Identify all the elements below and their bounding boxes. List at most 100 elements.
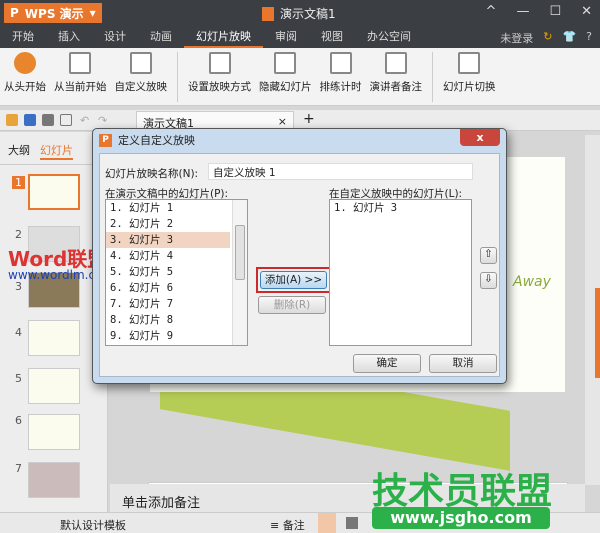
app-name: WPS 演示 [24, 6, 84, 21]
list-item[interactable]: 8. 幻灯片 8 [106, 312, 230, 328]
divider [432, 52, 433, 102]
dialog-close-button[interactable]: x [460, 129, 500, 146]
projector-icon [129, 52, 152, 74]
skin-icon[interactable]: 👕 [562, 30, 576, 46]
notes-label: 备注 [282, 519, 305, 532]
print-icon[interactable] [42, 114, 54, 126]
list-item[interactable]: 4. 幻灯片 4 [106, 248, 230, 264]
list-item[interactable]: 6. 幻灯片 6 [106, 280, 230, 296]
transition-icon [458, 52, 481, 74]
show-name-label: 幻灯片放映名称(N): [105, 168, 199, 180]
tab-slides[interactable]: 幻灯片 [40, 142, 73, 160]
show-name-input[interactable]: 自定义放映 1 [208, 163, 473, 180]
slide-thumbnail-7[interactable] [28, 462, 80, 498]
custom-show-dialog: P 定义自定义放映 x 幻灯片放映名称(N): 自定义放映 1 在演示文稿中的幻灯… [92, 128, 507, 384]
tab-design[interactable]: 设计 [92, 26, 138, 48]
document-title: 演示文稿1 [280, 7, 336, 21]
print-preview-icon[interactable] [60, 114, 72, 126]
button-label: 演讲者备注 [369, 81, 423, 93]
redo-icon[interactable]: ↷ [98, 114, 110, 127]
tab-review[interactable]: 审阅 [263, 26, 309, 48]
dialog-body: 幻灯片放映名称(N): 自定义放映 1 在演示文稿中的幻灯片(P): 1. 幻灯… [99, 153, 500, 377]
slide-thumbnail-1[interactable] [28, 174, 80, 210]
tab-slideshow[interactable]: 幻灯片放映 [184, 26, 263, 48]
divider [177, 52, 178, 102]
list-item-selected[interactable]: 3. 幻灯片 3 [106, 232, 230, 248]
tab-animation[interactable]: 动画 [138, 26, 184, 48]
slide-number: 6 [15, 414, 22, 427]
play-from-current-button[interactable]: 从当前开始 [50, 52, 111, 105]
scrollbar-thumb[interactable] [235, 225, 245, 280]
sync-icon[interactable]: ↻ [543, 30, 552, 46]
projector-play-icon [69, 52, 92, 74]
slide-thumbnail-6[interactable] [28, 414, 80, 450]
close-button[interactable]: ✕ [581, 4, 592, 19]
custom-show-button[interactable]: 自定义放映 [111, 52, 172, 105]
tab-insert[interactable]: 插入 [46, 26, 92, 48]
cancel-button[interactable]: 取消 [429, 354, 497, 373]
dialog-title-bar[interactable]: P 定义自定义放映 [93, 129, 506, 151]
document-icon [262, 6, 274, 21]
open-icon[interactable] [6, 114, 18, 126]
add-button[interactable]: 添加(A) >> [260, 271, 327, 289]
wps-logo-icon: P [99, 133, 112, 147]
clock-slide-icon [329, 52, 352, 74]
play-from-start-button[interactable]: 从头开始 [0, 52, 50, 105]
normal-view-icon[interactable] [318, 513, 336, 533]
remove-button[interactable]: 删除(R) [258, 296, 326, 314]
tab-start[interactable]: 开始 [0, 26, 46, 48]
window-title: 演示文稿1 [262, 5, 336, 22]
list-item[interactable]: 9. 幻灯片 9 [106, 328, 230, 344]
document-tab-label: 演示文稿1 [143, 117, 194, 130]
list-item[interactable]: 7. 幻灯片 7 [106, 296, 230, 312]
tab-office-space[interactable]: 办公空间 [355, 26, 423, 48]
ok-button[interactable]: 确定 [353, 354, 421, 373]
help-button[interactable]: ? [586, 30, 592, 46]
slide-number: 2 [15, 228, 22, 241]
dialog-title: 定义自定义放映 [118, 134, 195, 147]
list-scrollbar[interactable] [232, 200, 247, 345]
slide-number: 1 [12, 176, 25, 189]
window-controls: ^ — ☐ ✕ [486, 4, 592, 19]
template-name[interactable]: 默认设计模板 [60, 517, 126, 533]
slide-text[interactable]: Away [513, 274, 551, 290]
slide-thumbnail-4[interactable] [28, 320, 80, 356]
button-label: 自定义放映 [114, 81, 168, 93]
maximize-button[interactable]: ☐ [549, 4, 561, 19]
button-label: 设置放映方式 [188, 81, 251, 93]
rehearse-timings-button[interactable]: 排练计时 [316, 52, 366, 105]
setup-show-button[interactable]: 设置放映方式 [184, 52, 255, 105]
custom-show-slides-list[interactable]: 1. 幻灯片 3 [329, 199, 472, 346]
save-icon[interactable] [24, 114, 36, 126]
play-icon [14, 52, 36, 74]
button-label: 从头开始 [4, 81, 46, 93]
presentation-slides-list[interactable]: 1. 幻灯片 1 2. 幻灯片 2 3. 幻灯片 3 4. 幻灯片 4 5. 幻… [105, 199, 248, 346]
list-item[interactable]: 5. 幻灯片 5 [106, 264, 230, 280]
list-item[interactable]: 1. 幻灯片 1 [106, 200, 230, 216]
new-tab-button[interactable]: + [303, 111, 315, 127]
tab-view[interactable]: 视图 [309, 26, 355, 48]
button-label: 隐藏幻灯片 [259, 81, 312, 93]
side-panel-toggle[interactable] [595, 288, 600, 378]
presenter-notes-button[interactable]: 演讲者备注 [366, 52, 427, 105]
move-up-button[interactable]: ⇧ [480, 247, 497, 264]
notes-toggle[interactable]: ≡ 备注 [270, 517, 305, 533]
minimize-button[interactable]: — [516, 4, 529, 19]
close-tab-button[interactable]: × [278, 115, 287, 128]
slide-transition-button[interactable]: 幻灯片切换 [439, 52, 500, 105]
account-area: 未登录 ↻ 👕? [500, 30, 592, 46]
move-down-button[interactable]: ⇩ [480, 272, 497, 289]
undo-icon[interactable]: ↶ [80, 114, 92, 127]
login-link[interactable]: 未登录 [500, 30, 533, 46]
slide-thumbnail-5[interactable] [28, 368, 80, 404]
wps-app-menu-button[interactable]: P WPS 演示 ▾ [4, 3, 102, 23]
tab-outline[interactable]: 大纲 [8, 142, 30, 160]
slide-number: 5 [15, 372, 22, 385]
list-item[interactable]: 1. 幻灯片 3 [330, 200, 471, 216]
hide-slide-button[interactable]: 隐藏幻灯片 [255, 52, 316, 105]
sorter-view-icon[interactable] [346, 517, 358, 529]
hide-slide-icon [274, 52, 297, 74]
projector-gear-icon [208, 52, 231, 74]
list-item[interactable]: 2. 幻灯片 2 [106, 216, 230, 232]
collapse-ribbon-button[interactable]: ^ [486, 4, 497, 19]
